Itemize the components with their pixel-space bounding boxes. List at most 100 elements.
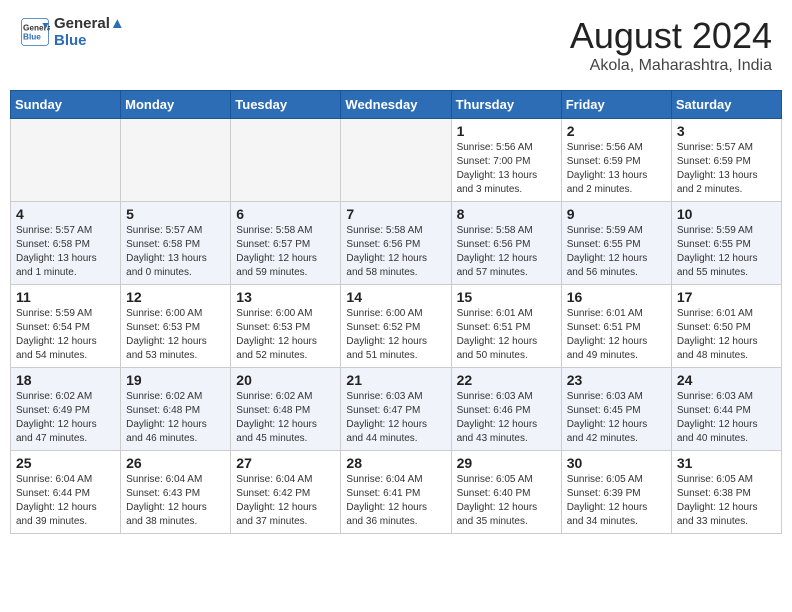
day-info: Sunrise: 5:56 AM Sunset: 6:59 PM Dayligh… (567, 141, 666, 197)
day-number: 11 (16, 289, 115, 305)
page-header: General Blue General▲ Blue August 2024 A… (10, 10, 782, 80)
day-number: 31 (677, 455, 776, 471)
calendar-cell: 29 Sunrise: 6:05 AM Sunset: 6:40 PM Dayli… (451, 451, 561, 534)
day-info: Sunrise: 5:57 AM Sunset: 6:58 PM Dayligh… (16, 224, 115, 280)
calendar-week-row: 1 Sunrise: 5:56 AM Sunset: 7:00 PM Daylig… (11, 119, 782, 202)
calendar-cell: 27Sunrise: 6:04 AM Sunset: 6:42 PM Dayli… (231, 451, 341, 534)
day-number: 20 (236, 372, 335, 388)
calendar-cell: 26 Sunrise: 6:04 AM Sunset: 6:43 PM Dayli… (121, 451, 231, 534)
day-header-saturday: Saturday (671, 91, 781, 119)
day-number: 8 (457, 206, 556, 222)
day-info: Sunrise: 6:01 AM Sunset: 6:51 PM Dayligh… (457, 307, 556, 363)
day-info: Sunrise: 5:59 AM Sunset: 6:55 PM Dayligh… (677, 224, 776, 280)
day-number: 1 (457, 123, 556, 139)
day-info: Sunrise: 6:05 AM Sunset: 6:39 PM Dayligh… (567, 473, 666, 529)
day-info: Sunrise: 6:03 AM Sunset: 6:47 PM Dayligh… (346, 390, 445, 446)
day-number: 14 (346, 289, 445, 305)
day-info: Sunrise: 6:02 AM Sunset: 6:48 PM Dayligh… (236, 390, 335, 446)
calendar-cell: 1 Sunrise: 5:56 AM Sunset: 7:00 PM Daylig… (451, 119, 561, 202)
day-number: 15 (457, 289, 556, 305)
day-number: 10 (677, 206, 776, 222)
day-number: 13 (236, 289, 335, 305)
calendar-cell: 3 Sunrise: 5:57 AM Sunset: 6:59 PM Daylig… (671, 119, 781, 202)
calendar-cell: 16 Sunrise: 6:01 AM Sunset: 6:51 PM Dayli… (561, 285, 671, 368)
day-info: Sunrise: 6:05 AM Sunset: 6:40 PM Dayligh… (457, 473, 556, 529)
day-info: Sunrise: 5:57 AM Sunset: 6:58 PM Dayligh… (126, 224, 225, 280)
logo: General Blue General▲ Blue (20, 15, 125, 49)
day-number: 16 (567, 289, 666, 305)
day-info: Sunrise: 6:04 AM Sunset: 6:44 PM Dayligh… (16, 473, 115, 529)
day-number: 2 (567, 123, 666, 139)
logo-subtext: Blue (54, 32, 125, 49)
day-info: Sunrise: 6:05 AM Sunset: 6:38 PM Dayligh… (677, 473, 776, 529)
calendar-cell: 12Sunrise: 6:00 AM Sunset: 6:53 PM Dayli… (121, 285, 231, 368)
day-number: 21 (346, 372, 445, 388)
day-info: Sunrise: 5:58 AM Sunset: 6:56 PM Dayligh… (346, 224, 445, 280)
calendar-cell: 2 Sunrise: 5:56 AM Sunset: 6:59 PM Daylig… (561, 119, 671, 202)
calendar-cell (231, 119, 341, 202)
calendar-cell (11, 119, 121, 202)
day-info: Sunrise: 6:03 AM Sunset: 6:44 PM Dayligh… (677, 390, 776, 446)
day-info: Sunrise: 5:57 AM Sunset: 6:59 PM Dayligh… (677, 141, 776, 197)
calendar-cell: 13Sunrise: 6:00 AM Sunset: 6:53 PM Dayli… (231, 285, 341, 368)
logo-text: General▲ (54, 15, 125, 32)
calendar-cell: 20 Sunrise: 6:02 AM Sunset: 6:48 PM Dayli… (231, 368, 341, 451)
calendar-cell: 14Sunrise: 6:00 AM Sunset: 6:52 PM Dayli… (341, 285, 451, 368)
calendar-week-row: 4 Sunrise: 5:57 AM Sunset: 6:58 PM Daylig… (11, 202, 782, 285)
day-number: 19 (126, 372, 225, 388)
day-info: Sunrise: 5:58 AM Sunset: 6:56 PM Dayligh… (457, 224, 556, 280)
day-header-wednesday: Wednesday (341, 91, 451, 119)
calendar-week-row: 11 Sunrise: 5:59 AM Sunset: 6:54 PM Dayli… (11, 285, 782, 368)
day-info: Sunrise: 6:01 AM Sunset: 6:51 PM Dayligh… (567, 307, 666, 363)
day-header-tuesday: Tuesday (231, 91, 341, 119)
day-number: 28 (346, 455, 445, 471)
day-info: Sunrise: 6:04 AM Sunset: 6:41 PM Dayligh… (346, 473, 445, 529)
day-number: 22 (457, 372, 556, 388)
calendar-table: SundayMondayTuesdayWednesdayThursdayFrid… (10, 90, 782, 534)
day-info: Sunrise: 6:04 AM Sunset: 6:43 PM Dayligh… (126, 473, 225, 529)
day-info: Sunrise: 5:56 AM Sunset: 7:00 PM Dayligh… (457, 141, 556, 197)
sub-title: Akola, Maharashtra, India (570, 57, 772, 75)
svg-text:Blue: Blue (23, 33, 41, 42)
calendar-cell: 17Sunrise: 6:01 AM Sunset: 6:50 PM Dayli… (671, 285, 781, 368)
calendar-cell: 21 Sunrise: 6:03 AM Sunset: 6:47 PM Dayli… (341, 368, 451, 451)
calendar-cell: 18 Sunrise: 6:02 AM Sunset: 6:49 PM Dayli… (11, 368, 121, 451)
main-title: August 2024 (570, 15, 772, 57)
day-number: 6 (236, 206, 335, 222)
day-info: Sunrise: 6:04 AM Sunset: 6:42 PM Dayligh… (236, 473, 335, 529)
day-info: Sunrise: 6:03 AM Sunset: 6:45 PM Dayligh… (567, 390, 666, 446)
day-info: Sunrise: 5:59 AM Sunset: 6:54 PM Dayligh… (16, 307, 115, 363)
day-number: 26 (126, 455, 225, 471)
calendar-cell: 30 Sunrise: 6:05 AM Sunset: 6:39 PM Dayli… (561, 451, 671, 534)
day-number: 24 (677, 372, 776, 388)
day-info: Sunrise: 5:59 AM Sunset: 6:55 PM Dayligh… (567, 224, 666, 280)
day-header-monday: Monday (121, 91, 231, 119)
day-number: 4 (16, 206, 115, 222)
day-number: 5 (126, 206, 225, 222)
logo-icon: General Blue (20, 17, 50, 47)
day-number: 30 (567, 455, 666, 471)
calendar-cell: 24 Sunrise: 6:03 AM Sunset: 6:44 PM Dayli… (671, 368, 781, 451)
calendar-cell: 23 Sunrise: 6:03 AM Sunset: 6:45 PM Dayli… (561, 368, 671, 451)
calendar-cell: 9Sunrise: 5:59 AM Sunset: 6:55 PM Daylig… (561, 202, 671, 285)
day-number: 7 (346, 206, 445, 222)
calendar-cell: 15 Sunrise: 6:01 AM Sunset: 6:51 PM Dayli… (451, 285, 561, 368)
day-info: Sunrise: 6:02 AM Sunset: 6:48 PM Dayligh… (126, 390, 225, 446)
calendar-cell: 10 Sunrise: 5:59 AM Sunset: 6:55 PM Dayli… (671, 202, 781, 285)
day-info: Sunrise: 6:02 AM Sunset: 6:49 PM Dayligh… (16, 390, 115, 446)
day-number: 3 (677, 123, 776, 139)
day-header-friday: Friday (561, 91, 671, 119)
day-number: 18 (16, 372, 115, 388)
day-number: 29 (457, 455, 556, 471)
calendar-cell: 22 Sunrise: 6:03 AM Sunset: 6:46 PM Dayli… (451, 368, 561, 451)
calendar-cell: 31 Sunrise: 6:05 AM Sunset: 6:38 PM Dayli… (671, 451, 781, 534)
calendar-cell: 6 Sunrise: 5:58 AM Sunset: 6:57 PM Daylig… (231, 202, 341, 285)
calendar-week-row: 18 Sunrise: 6:02 AM Sunset: 6:49 PM Dayli… (11, 368, 782, 451)
day-info: Sunrise: 6:03 AM Sunset: 6:46 PM Dayligh… (457, 390, 556, 446)
day-number: 23 (567, 372, 666, 388)
calendar-cell: 11 Sunrise: 5:59 AM Sunset: 6:54 PM Dayli… (11, 285, 121, 368)
calendar-cell: 5 Sunrise: 5:57 AM Sunset: 6:58 PM Daylig… (121, 202, 231, 285)
day-number: 12 (126, 289, 225, 305)
day-info: Sunrise: 5:58 AM Sunset: 6:57 PM Dayligh… (236, 224, 335, 280)
title-block: August 2024 Akola, Maharashtra, India (570, 15, 772, 75)
